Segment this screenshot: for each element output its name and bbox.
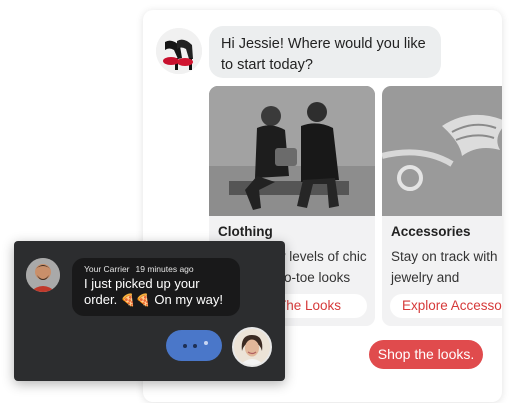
- product-title: Accessories: [391, 224, 471, 239]
- user-avatar: [232, 327, 272, 367]
- clothing-photo: [209, 86, 375, 216]
- message-line-2-end: On my way!: [150, 292, 223, 307]
- product-description: Stay on track with iconic jewelry and: [391, 249, 502, 285]
- product-card-accessories[interactable]: Accessories Stay on track with iconic je…: [382, 86, 502, 326]
- explore-accessories-button[interactable]: Explore Accessories: [390, 294, 502, 318]
- bot-greeting-bubble: Hi Jessie! Where would you like to start…: [209, 26, 441, 78]
- sender-name: Your Carrier: [84, 264, 130, 274]
- message-line-1: I just picked up your: [84, 276, 200, 291]
- message-line-2-start: order.: [84, 292, 121, 307]
- brand-avatar: [156, 28, 202, 74]
- accessories-photo: [382, 86, 502, 216]
- typing-dot: [183, 344, 187, 348]
- red-sole-heels-icon: [156, 28, 202, 74]
- typing-dot: [193, 344, 197, 348]
- message-time: 19 minutes ago: [135, 264, 194, 274]
- shop-the-looks-cta-button[interactable]: Shop the looks.: [369, 340, 483, 369]
- typing-dot: [204, 341, 208, 345]
- carrier-chat-widget: Your Carrier 19 minutes ago I just picked…: [14, 241, 285, 381]
- product-title: Clothing: [218, 224, 273, 239]
- typing-indicator: [166, 330, 222, 361]
- carrier-avatar: [26, 258, 60, 292]
- carrier-message-bubble: Your Carrier 19 minutes ago I just picked…: [72, 258, 240, 316]
- pizza-icon: 🍕🍕: [120, 293, 151, 307]
